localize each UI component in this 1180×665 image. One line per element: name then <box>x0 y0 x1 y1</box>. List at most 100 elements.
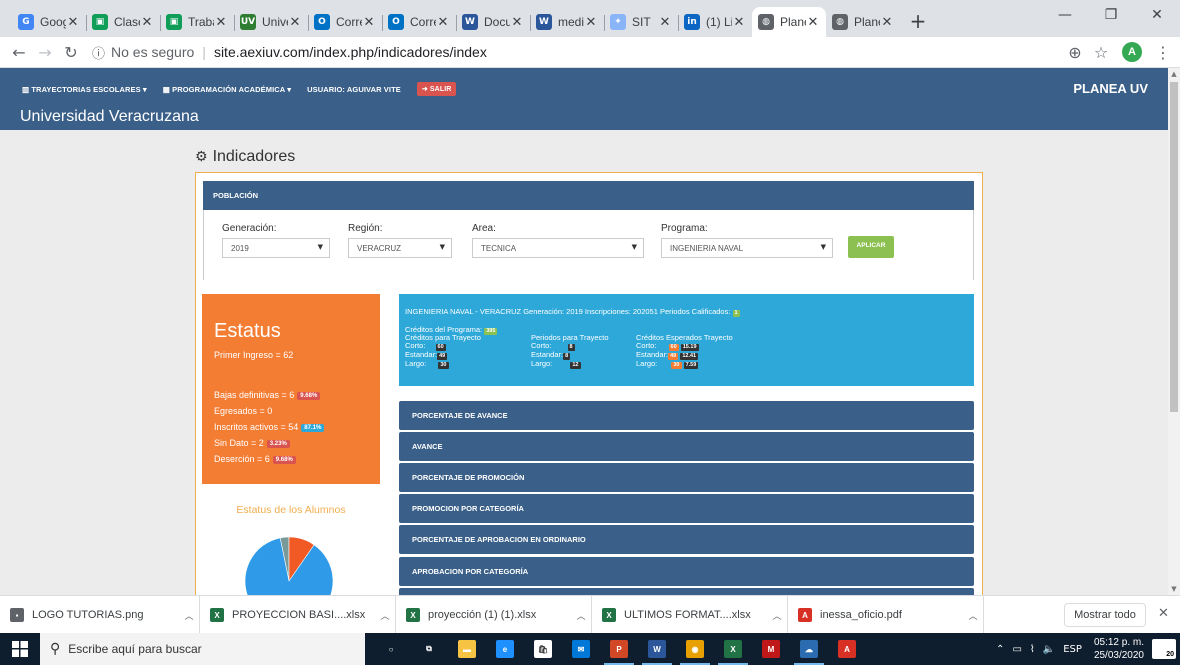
tab-close-icon[interactable]: ✕ <box>658 15 672 30</box>
browser-tab[interactable]: ◍ Plane✕ <box>826 7 900 37</box>
browser-tab-strip: GGoog✕▣Clase✕▣Traba✕UVUnive✕OCorre✕OCorr… <box>0 0 1180 37</box>
zoom-icon[interactable]: ⊕ <box>1062 39 1088 65</box>
back-button[interactable]: ← <box>6 39 32 65</box>
tab-close-icon[interactable]: ✕ <box>362 15 376 30</box>
taskbar-app[interactable]: e <box>486 633 524 665</box>
browser-tab[interactable]: O Corre✕ <box>308 7 382 37</box>
taskbar-search[interactable]: ⚲ Escribe aquí para buscar <box>40 633 365 665</box>
language-indicator[interactable]: ESP <box>1063 644 1082 655</box>
site-title[interactable]: Universidad Veracruzana <box>20 108 199 126</box>
download-item[interactable]: ▪ LOGO TUTORIAS.png ︿ <box>0 596 200 634</box>
tab-close-icon[interactable]: ✕ <box>436 15 450 30</box>
download-item[interactable]: X ULTIMOS FORMAT....xlsx ︿ <box>592 596 788 634</box>
tab-close-icon[interactable]: ✕ <box>66 15 80 30</box>
show-all-button[interactable]: Mostrar todo <box>1064 603 1146 627</box>
taskbar-app[interactable]: W <box>638 633 676 665</box>
region-select[interactable]: VERACRUZ ▼ <box>348 238 452 258</box>
menu-kebab-icon[interactable]: ⋮ <box>1150 39 1176 65</box>
download-item[interactable]: Xproyección (1) (1).xlsx ︿ <box>396 596 592 634</box>
tab-close-icon[interactable]: ✕ <box>510 15 524 30</box>
network-icon[interactable]: ▭ <box>1012 644 1021 655</box>
taskbar-app[interactable]: ⧉ <box>410 633 448 665</box>
nav-programacion[interactable]: ▦ PROGRAMACIÓN ACADÉMICA ▾ <box>163 85 291 94</box>
tab-close-icon[interactable]: ✕ <box>584 15 598 30</box>
classroom-icon: ▣ <box>166 14 182 30</box>
reload-button[interactable]: ↻ <box>58 39 84 65</box>
largo-label: Largo: <box>636 359 658 368</box>
tab-close-icon[interactable]: ✕ <box>880 15 894 30</box>
taskbar-app[interactable]: ◉ <box>676 633 714 665</box>
notifications-button[interactable]: 20 <box>1152 639 1176 659</box>
new-tab-button[interactable]: + <box>904 7 932 35</box>
volume-icon[interactable]: 🔈 <box>1043 644 1055 655</box>
browser-tab[interactable]: ▣ Traba✕ <box>160 7 234 37</box>
browser-tab[interactable]: in (1) Lir✕ <box>678 7 752 37</box>
nav-usuario[interactable]: USUARIO: AGUIVAR VITE <box>307 85 401 94</box>
tab-close-icon[interactable]: ✕ <box>140 15 154 30</box>
programa-select[interactable]: INGENIERIA NAVAL ▼ <box>661 238 833 258</box>
tab-close-icon[interactable]: ✕ <box>214 15 228 30</box>
browser-tab[interactable]: Wmedi ✕ <box>530 7 604 37</box>
taskbar-app[interactable]: 🛍 <box>524 633 562 665</box>
chevron-up-icon[interactable]: ︿ <box>375 609 395 622</box>
browser-tab[interactable]: ✦ SIT ✕ <box>604 7 678 37</box>
restore-icon[interactable]: ❐ <box>1088 0 1134 30</box>
taskbar-app[interactable]: M <box>752 633 790 665</box>
browser-tab[interactable]: O Corre✕ <box>382 7 456 37</box>
tab-close-icon[interactable]: ✕ <box>288 15 302 30</box>
nav-trayectorias[interactable]: ▥ TRAYECTORIAS ESCOLARES ▾ <box>22 85 147 94</box>
browser-tab[interactable]: ▣ Clase✕ <box>86 7 160 37</box>
scroll-down-icon[interactable]: ▼ <box>1168 583 1180 595</box>
salir-button[interactable]: ➜ SALIR <box>416 82 457 96</box>
taskbar-app[interactable]: ☁ <box>790 633 828 665</box>
info-icon[interactable]: ⓘ <box>92 43 105 62</box>
taskbar-app[interactable]: ○ <box>372 633 410 665</box>
page-scrollbar[interactable]: ▲ ▼ <box>1168 68 1180 595</box>
brand-label[interactable]: PLANEA UV <box>1073 81 1148 96</box>
close-downloads-icon[interactable]: ✕ <box>1158 606 1169 621</box>
section-next[interactable] <box>399 588 974 595</box>
minimize-icon[interactable]: — <box>1042 0 1088 30</box>
section-porcentaje-aprobacion[interactable]: PORCENTAJE DE APROBACION EN ORDINARIO <box>399 525 974 554</box>
taskbar-app[interactable]: ✉ <box>562 633 600 665</box>
section-aprobacion-categoria[interactable]: APROBACION POR CATEGORÍA <box>399 557 974 586</box>
download-item[interactable]: Ainessa_oficio.pdf ︿ <box>788 596 984 634</box>
taskbar-app[interactable]: A <box>828 633 866 665</box>
profile-avatar[interactable]: A <box>1122 42 1142 62</box>
download-item[interactable]: X PROYECCION BASI....xlsx ︿ <box>200 596 396 634</box>
chevron-up-icon[interactable]: ︿ <box>179 609 199 622</box>
taskbar-app[interactable]: X <box>714 633 752 665</box>
excel-icon: X <box>724 640 742 658</box>
tray-overflow-icon[interactable]: ⌃ <box>996 644 1004 655</box>
generacion-select[interactable]: 2019 ▼ <box>222 238 330 258</box>
wifi-icon[interactable]: ⌇ <box>1030 644 1035 655</box>
browser-tab[interactable]: UV Unive✕ <box>234 7 308 37</box>
chevron-up-icon[interactable]: ︿ <box>767 609 787 622</box>
section-porcentaje-promocion[interactable]: PORCENTAJE DE PROMOCIÓN <box>399 463 974 492</box>
scroll-up-icon[interactable]: ▲ <box>1168 68 1180 80</box>
browser-tab[interactable]: ◍ Plane✕ <box>752 7 826 37</box>
forward-button[interactable]: → <box>32 39 58 65</box>
aplicar-button[interactable]: APLICAR <box>848 236 894 258</box>
url-text[interactable]: site.aexiuv.com/index.php/indicadores/in… <box>214 44 487 60</box>
nav-trayectorias-label: TRAYECTORIAS ESCOLARES <box>31 84 141 94</box>
browser-tab[interactable]: G Goog✕ <box>12 7 86 37</box>
browser-tab[interactable]: W Docu ✕ <box>456 7 530 37</box>
taskbar-app[interactable]: ▬ <box>448 633 486 665</box>
area-select[interactable]: TECNICA ▼ <box>472 238 644 258</box>
scroll-thumb[interactable] <box>1170 82 1178 412</box>
tab-close-icon[interactable]: ✕ <box>806 15 820 30</box>
section-porcentaje-avance[interactable]: PORCENTAJE DE AVANCE <box>399 401 974 430</box>
chevron-up-icon[interactable]: ︿ <box>571 609 591 622</box>
section-avance[interactable]: AVANCE <box>399 432 974 461</box>
chevron-up-icon[interactable]: ︿ <box>963 609 983 622</box>
omnibox[interactable]: ⓘ No es seguro | site.aexiuv.com/index.p… <box>92 39 1056 65</box>
tab-close-icon[interactable]: ✕ <box>732 15 746 30</box>
section-promocion-categoria[interactable]: PROMOCION POR CATEGORÍA <box>399 494 974 523</box>
alumnos-chart-title: Estatus de los Alumnos <box>236 504 346 516</box>
taskbar-app[interactable]: P <box>600 633 638 665</box>
close-window-icon[interactable]: ✕ <box>1134 0 1180 30</box>
taskbar-clock[interactable]: 05:12 p. m. 25/03/2020 <box>1094 636 1144 662</box>
start-button[interactable] <box>0 633 40 665</box>
bookmark-star-icon[interactable]: ☆ <box>1088 39 1114 65</box>
